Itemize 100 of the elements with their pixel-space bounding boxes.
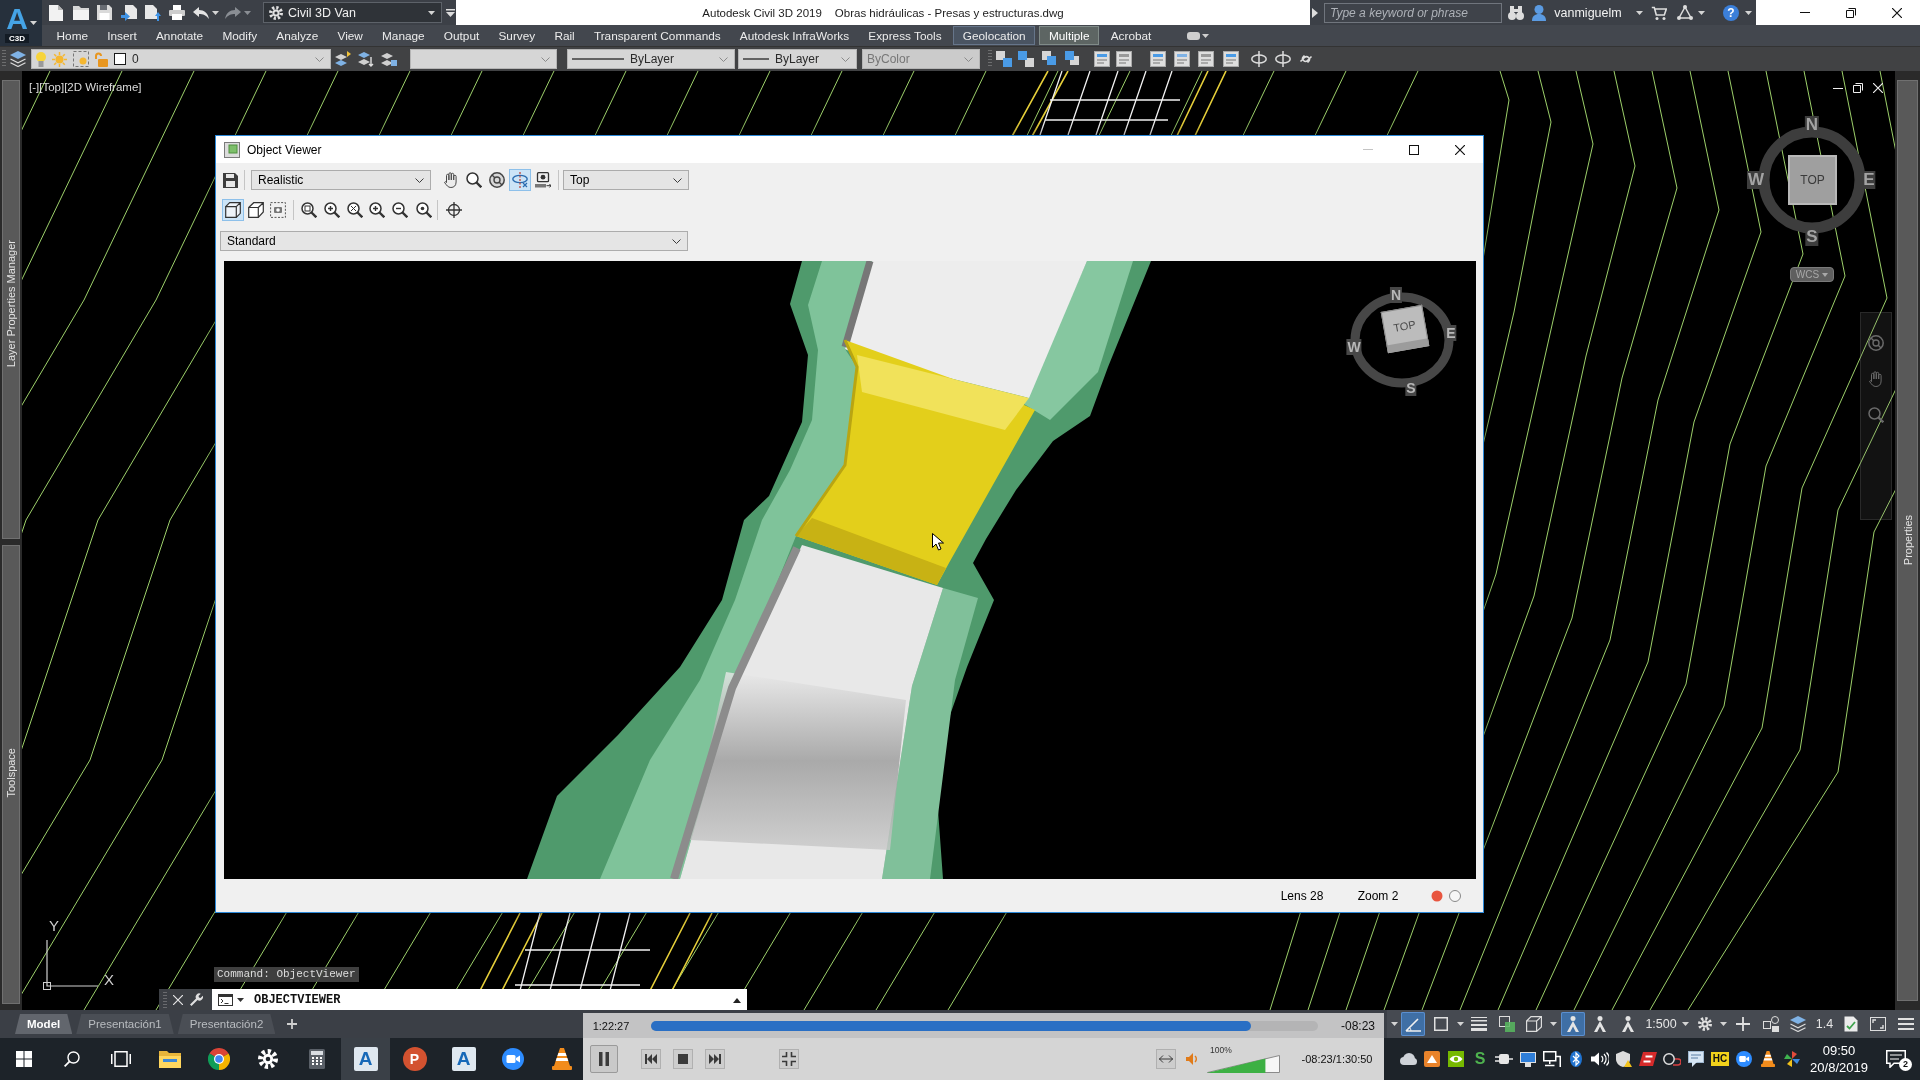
restore-icon[interactable] [1846, 7, 1856, 18]
plus-icon[interactable] [287, 1019, 298, 1029]
layers-swap-icon[interactable] [358, 51, 374, 67]
save-icon[interactable] [223, 172, 238, 188]
zoom-in-icon[interactable] [324, 202, 340, 218]
cloud-sync-icon[interactable] [1663, 1052, 1681, 1066]
command-input[interactable]: OBJECTVIEWER [212, 989, 747, 1010]
ribbon-tab[interactable]: Output [434, 26, 489, 45]
toolbar-grip[interactable] [2, 50, 6, 68]
annotation-figure-icon[interactable] [1565, 1016, 1580, 1032]
search-field[interactable]: Type a keyword or phrase [1324, 2, 1502, 23]
caret-icon[interactable] [1550, 1022, 1557, 1026]
clock-date[interactable]: 20/8/2019 [1810, 1059, 1868, 1076]
user-icon[interactable] [1532, 4, 1546, 21]
taskbar-button[interactable]: A [439, 1038, 488, 1080]
customize-icon[interactable] [446, 8, 455, 17]
folder-icon[interactable] [73, 5, 89, 20]
shield-icon[interactable] [1616, 1051, 1632, 1067]
view-dropdown[interactable]: Top [563, 170, 689, 190]
chevron-down-icon[interactable] [415, 177, 424, 183]
orbit-icon[interactable] [1251, 51, 1267, 67]
folder-icon[interactable] [158, 1050, 181, 1068]
viewport-label[interactable]: [-][Top][2D Wireframe] [29, 81, 142, 93]
terminal-icon[interactable] [218, 994, 233, 1006]
compass-label[interactable]: N [1389, 287, 1403, 303]
framed-sun-icon[interactable] [73, 51, 89, 67]
ribbon-tab[interactable]: Rail [544, 26, 585, 45]
overlapping-squares-icon[interactable] [996, 51, 1012, 67]
binoculars-icon[interactable] [1508, 5, 1524, 20]
traffic-cone-icon[interactable] [1761, 1051, 1775, 1067]
layout-tab[interactable]: Presentación2 [177, 1014, 276, 1034]
ribbon-tab[interactable]: Manage [372, 26, 435, 45]
cloud-icon[interactable] [1399, 1053, 1417, 1065]
video-camera-icon[interactable] [1736, 1051, 1752, 1067]
monitor-icon[interactable] [1520, 1051, 1536, 1067]
chevron-down-icon[interactable] [672, 238, 681, 244]
speaker-icon[interactable] [1591, 1052, 1609, 1066]
named-view-dropdown[interactable]: Standard [220, 231, 688, 251]
cart-icon[interactable] [1651, 5, 1667, 20]
layers-arrow-icon[interactable] [335, 51, 351, 67]
linetype-dropdown[interactable]: ByLayer [567, 49, 735, 69]
video-camera-icon[interactable] [501, 1048, 524, 1070]
close-icon[interactable] [1455, 144, 1465, 155]
caret-icon[interactable] [237, 998, 244, 1002]
annotation-figure-icon[interactable] [1593, 1016, 1608, 1032]
ribbon-tab[interactable]: Multiple [1039, 26, 1100, 45]
ribbon-tab[interactable]: Modify [212, 26, 267, 45]
document-upload-icon[interactable] [145, 4, 161, 21]
wrench-icon[interactable] [189, 993, 203, 1007]
application-menu-button[interactable]: A C3D [0, 0, 42, 46]
ribbon-tab[interactable]: Survey [488, 26, 545, 45]
settings-icon[interactable] [257, 1049, 278, 1069]
taskbar-button[interactable]: A [341, 1038, 390, 1080]
layout-tab[interactable]: Presentación1 [76, 1014, 174, 1034]
traffic-cone-icon[interactable] [551, 1048, 572, 1070]
status-readout[interactable]: 1.4 [1813, 1017, 1836, 1031]
caret-up-icon[interactable] [733, 997, 741, 1003]
toolbar-grip[interactable] [988, 50, 992, 68]
sheet-check-icon[interactable] [1843, 1016, 1858, 1032]
caret-icon[interactable] [1745, 10, 1752, 15]
undo-icon[interactable] [193, 6, 209, 19]
layout-tab[interactable]: Model [15, 1014, 73, 1034]
volume-track[interactable] [1207, 1054, 1280, 1073]
lines-icon[interactable] [1471, 1017, 1488, 1031]
caret-icon[interactable] [1720, 1022, 1728, 1026]
viewcube-face[interactable]: TOP [1380, 304, 1430, 354]
visual-style-dropdown[interactable]: Realistic [251, 170, 431, 190]
lineweight-dropdown[interactable]: ByLayer [738, 49, 857, 69]
zoom-in-icon[interactable] [369, 202, 385, 218]
compass-label[interactable]: E [1445, 325, 1457, 341]
color-swatch-icon[interactable] [114, 53, 126, 65]
overlapping-squares-icon[interactable] [1042, 51, 1058, 67]
task-view-icon[interactable] [110, 1051, 131, 1067]
next-button[interactable] [705, 1049, 725, 1069]
redo-icon[interactable] [225, 6, 241, 19]
ribbon-tab[interactable]: Home [47, 26, 98, 45]
compass-label[interactable]: W [1346, 339, 1362, 355]
ribbon-toggle-icon[interactable] [1186, 30, 1209, 41]
skip-forward-icon[interactable] [709, 1054, 721, 1064]
compass-label[interactable]: S [1405, 380, 1417, 396]
save-icon[interactable] [97, 5, 112, 20]
ribbon-tab[interactable]: Express Tools [858, 26, 952, 45]
caret-icon[interactable] [30, 21, 37, 25]
triangle-nodes-icon[interactable] [1677, 5, 1693, 20]
plug-icon[interactable] [1495, 1053, 1513, 1065]
tray-icon-text[interactable]: HC [1710, 1052, 1730, 1066]
close-icon[interactable] [1892, 7, 1902, 18]
plus-icon[interactable] [1736, 1017, 1751, 1031]
viewcube-face[interactable]: TOP [1788, 155, 1837, 205]
orbit-icon[interactable] [1275, 51, 1291, 67]
rectangle-icon[interactable] [1434, 1017, 1449, 1031]
navigation-wheel-icon[interactable] [1868, 335, 1884, 351]
eye-tile-icon[interactable] [1448, 1051, 1464, 1067]
ribbon-tab[interactable]: Acrobat [1101, 26, 1161, 45]
caret-icon[interactable] [1682, 1022, 1690, 1026]
chrome-icon[interactable] [207, 1048, 230, 1070]
gear-icon[interactable] [269, 5, 283, 20]
ribbon-tab[interactable]: Analyze [266, 26, 328, 45]
caret-icon[interactable] [212, 10, 219, 15]
overlapping-squares-icon[interactable] [1018, 51, 1034, 67]
